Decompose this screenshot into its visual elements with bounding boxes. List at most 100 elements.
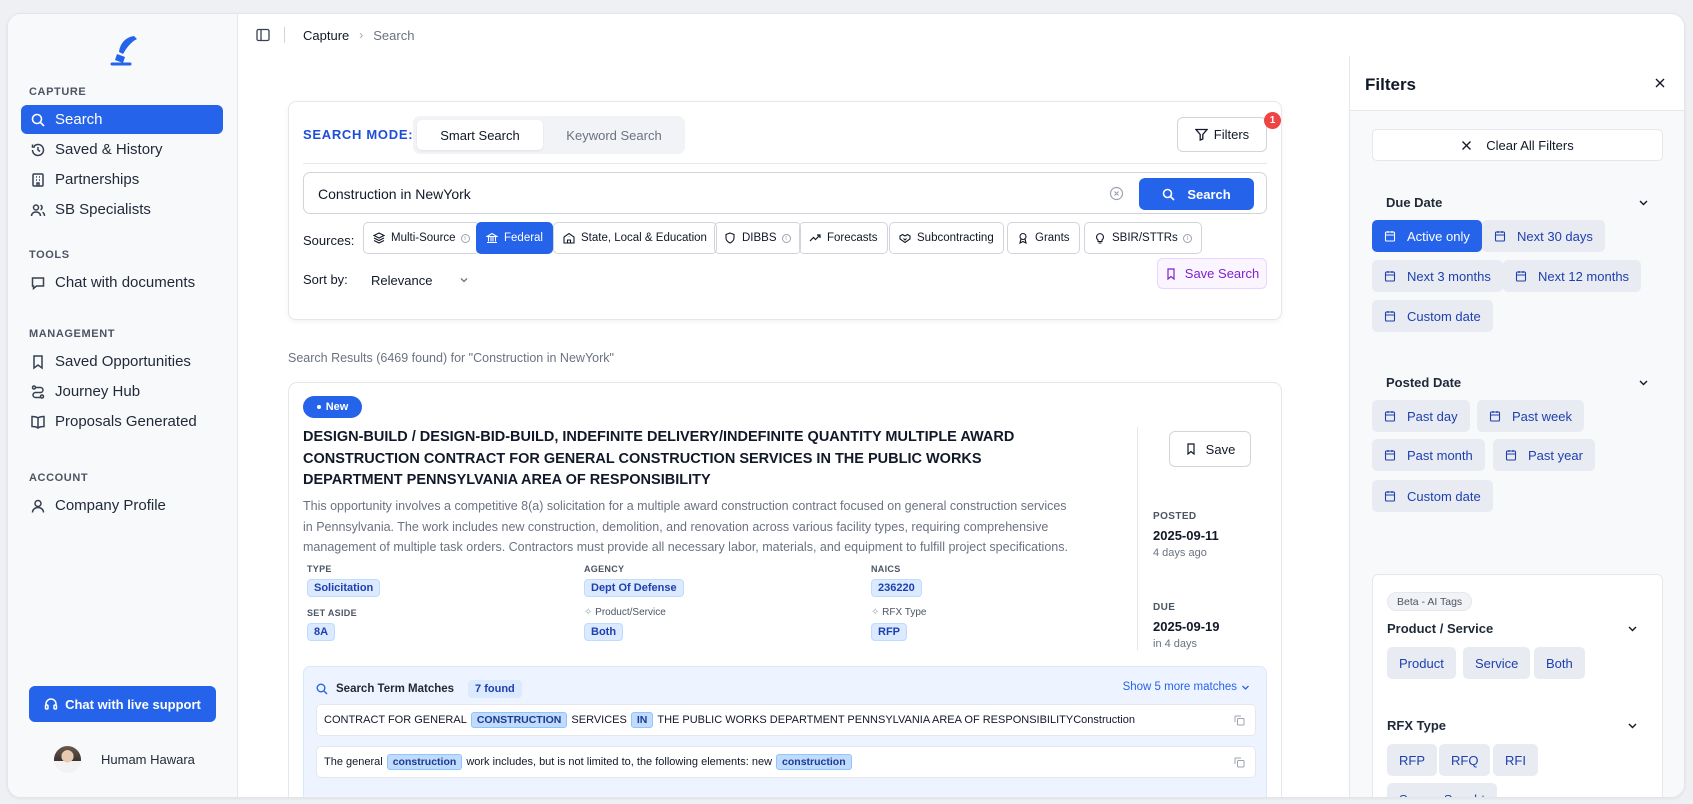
source-multi-source[interactable]: Multi-Source i xyxy=(363,222,480,254)
posted-label: POSTED xyxy=(1153,511,1197,522)
sidebar-item-label: Journey Hub xyxy=(55,383,141,400)
search-button[interactable]: Search xyxy=(1139,178,1254,210)
copy-icon[interactable] xyxy=(1234,757,1245,768)
source-label: State, Local & Education xyxy=(581,232,707,244)
match-text: CONTRACT FOR GENERAL xyxy=(324,714,467,726)
posted-option-label: Past month xyxy=(1407,447,1473,463)
user-name: Humam Hawara xyxy=(101,752,195,767)
sidebar-item-partnerships[interactable]: Partnerships xyxy=(21,165,223,194)
due-next-3-months[interactable]: Next 3 months xyxy=(1372,260,1503,292)
source-sbir-sttrs[interactable]: SBIR/STTRs i xyxy=(1084,222,1202,254)
posted-past-year[interactable]: Past year xyxy=(1493,439,1595,471)
product-service-title[interactable]: Product / Service xyxy=(1387,621,1493,636)
chevron-down-icon[interactable] xyxy=(1638,197,1649,208)
calendar-icon xyxy=(1515,271,1527,282)
school-icon xyxy=(563,232,575,244)
due-next-30-days[interactable]: Next 30 days xyxy=(1482,220,1605,252)
tab-smart-search[interactable]: Smart Search xyxy=(417,120,543,150)
info-icon[interactable]: i xyxy=(781,233,791,243)
chevron-down-icon[interactable] xyxy=(1627,623,1638,634)
clear-all-filters-button[interactable]: Clear All Filters xyxy=(1372,129,1663,161)
search-input[interactable]: Construction in NewYork Search xyxy=(303,172,1267,214)
search-icon xyxy=(1163,188,1175,201)
result-card[interactable]: New DESIGN-BUILD / DESIGN-BID-BUILD, IND… xyxy=(288,382,1282,797)
sidebar-toggle-icon[interactable] xyxy=(256,28,270,42)
sidebar-item-company-profile[interactable]: Company Profile xyxy=(21,491,223,520)
result-title[interactable]: DESIGN-BUILD / DESIGN-BID-BUILD, INDEFIN… xyxy=(303,427,1078,492)
rfx-rfq-option[interactable]: RFQ xyxy=(1439,744,1491,776)
save-button[interactable]: Save xyxy=(1169,431,1251,467)
section-heading-management: MANAGEMENT xyxy=(29,328,116,340)
show-more-label: Show 5 more matches xyxy=(1122,681,1237,693)
source-state-local-education[interactable]: State, Local & Education xyxy=(553,222,717,254)
posted-date-title[interactable]: Posted Date xyxy=(1386,375,1461,390)
due-next-12-months[interactable]: Next 12 months xyxy=(1503,260,1642,292)
service-option[interactable]: Service xyxy=(1463,647,1531,679)
new-badge-label: New xyxy=(325,401,349,413)
source-federal[interactable]: Federal xyxy=(476,222,553,254)
source-grants[interactable]: Grants xyxy=(1007,222,1080,254)
posted-past-week[interactable]: Past week xyxy=(1477,400,1584,432)
posted-past-month[interactable]: Past month xyxy=(1372,439,1485,471)
route-icon xyxy=(31,384,45,399)
new-badge: New xyxy=(303,396,362,418)
sidebar-item-label: Partnerships xyxy=(55,171,140,188)
due-custom-date[interactable]: Custom date xyxy=(1372,300,1493,332)
avatar xyxy=(54,746,81,773)
filters-button[interactable]: Filters xyxy=(1177,117,1267,152)
clear-search-icon[interactable] xyxy=(1109,186,1124,201)
quill-logo-icon[interactable] xyxy=(104,30,144,70)
chevron-down-icon[interactable] xyxy=(1627,720,1638,731)
save-search-button[interactable]: Save Search xyxy=(1157,258,1267,289)
search-query[interactable]: Construction in NewYork xyxy=(318,186,471,202)
copy-icon[interactable] xyxy=(1234,715,1245,726)
rfx-source-sought-option[interactable]: Source Sought xyxy=(1387,783,1498,797)
due-date: 2025-09-19 xyxy=(1153,619,1220,634)
search-icon xyxy=(316,683,328,695)
source-forecasts[interactable]: Forecasts xyxy=(799,222,888,254)
sidebar-item-chat-documents[interactable]: Chat with documents xyxy=(21,268,223,297)
posted-custom-date[interactable]: Custom date xyxy=(1372,480,1493,512)
due-date-title[interactable]: Due Date xyxy=(1386,195,1442,210)
chat-live-support-button[interactable]: Chat with live support xyxy=(29,686,216,722)
rfx-type-title[interactable]: RFX Type xyxy=(1387,718,1446,733)
divider xyxy=(303,163,1267,164)
filters-button-label: Filters xyxy=(1213,127,1250,142)
posted-past-day[interactable]: Past day xyxy=(1372,400,1470,432)
sidebar-item-sb-specialists[interactable]: SB Specialists xyxy=(21,195,223,224)
info-icon[interactable]: i xyxy=(1182,233,1192,243)
breadcrumb-capture[interactable]: Capture xyxy=(303,28,349,43)
sidebar-item-proposals-generated[interactable]: Proposals Generated xyxy=(21,407,223,436)
sort-select[interactable]: Relevance xyxy=(369,265,469,295)
show-more-matches-link[interactable]: Show 5 more matches xyxy=(1123,681,1250,693)
type-tag: Solicitation xyxy=(307,579,381,597)
source-subcontracting[interactable]: Subcontracting xyxy=(889,222,1004,254)
sidebar-item-journey-hub[interactable]: Journey Hub xyxy=(21,377,223,406)
due-active-only[interactable]: Active only xyxy=(1372,220,1482,252)
section-heading-tools: TOOLS xyxy=(29,249,70,261)
user-profile[interactable]: Humam Hawara xyxy=(54,746,195,773)
both-option[interactable]: Both xyxy=(1534,647,1585,679)
rfx-rfi-option[interactable]: RFI xyxy=(1493,744,1538,776)
sidebar-item-saved-opportunities[interactable]: Saved Opportunities xyxy=(21,347,223,376)
matches-found-badge: 7 found xyxy=(468,680,522,698)
close-icon[interactable] xyxy=(1654,77,1666,89)
tab-keyword-search[interactable]: Keyword Search xyxy=(547,120,681,150)
product-option[interactable]: Product xyxy=(1387,647,1456,679)
award-icon xyxy=(1019,232,1027,244)
rfx-rfp-option[interactable]: RFP xyxy=(1387,744,1437,776)
chevron-down-icon xyxy=(1242,685,1249,690)
sidebar-item-search[interactable]: Search xyxy=(21,105,223,134)
chevron-down-icon[interactable] xyxy=(1638,377,1649,388)
sidebar-item-saved-history[interactable]: Saved & History xyxy=(21,135,223,164)
posted-option-label: Past week xyxy=(1512,408,1572,424)
source-dibbs[interactable]: DIBBS i xyxy=(714,222,801,254)
info-icon[interactable]: i xyxy=(460,233,470,243)
search-term-matches: Search Term Matches 7 found Show 5 more … xyxy=(303,666,1267,797)
due-option-label: Next 30 days xyxy=(1517,228,1593,244)
sidebar-item-label: SB Specialists xyxy=(55,201,151,218)
result-description: This opportunity involves a competitive … xyxy=(303,499,1068,554)
match-highlight: construction xyxy=(386,754,463,770)
bookmark-icon xyxy=(1167,267,1175,280)
close-icon xyxy=(1462,140,1472,150)
